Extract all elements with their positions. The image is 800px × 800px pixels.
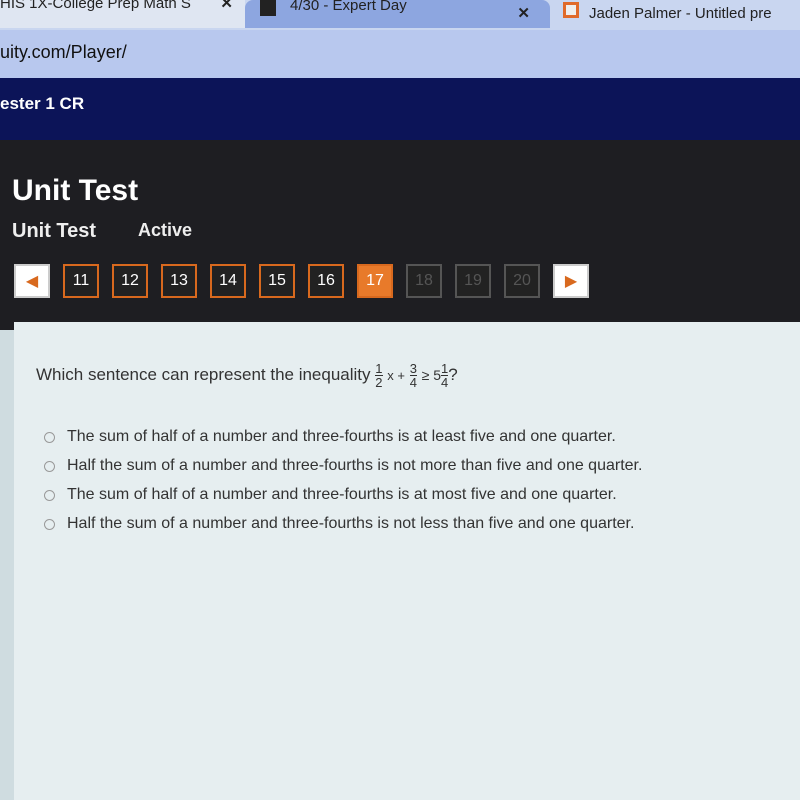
radio-button[interactable] (44, 518, 55, 530)
tab-math[interactable]: HIS 1X-College Prep Math S ✕ (0, 0, 245, 28)
course-bar: ester 1 CR (0, 78, 800, 140)
option-3[interactable]: The sum of half of a number and three-fo… (44, 486, 784, 504)
answer-options: The sum of half of a number and three-fo… (44, 428, 784, 544)
subtitle: Unit Test (12, 220, 97, 242)
fraction: 12 (375, 361, 383, 390)
next-button[interactable]: ▶ (553, 264, 589, 298)
close-icon[interactable]: ✕ (517, 6, 530, 22)
page-17[interactable]: 17 (357, 264, 393, 298)
page-12[interactable]: 12 (112, 264, 148, 298)
option-2[interactable]: Half the sum of a number and three-fourt… (44, 457, 784, 475)
question-panel: Which sentence can represent the inequal… (14, 322, 800, 800)
page-13[interactable]: 13 (161, 264, 197, 298)
page-18: 18 (406, 264, 442, 298)
page-19: 19 (455, 264, 491, 298)
page-15[interactable]: 15 (259, 264, 295, 298)
page-11[interactable]: 11 (63, 264, 99, 298)
test-header: Unit Test Unit Test Active ◀ 11 12 13 14… (0, 140, 800, 330)
fraction: 34 (409, 361, 417, 390)
status-badge: Active (138, 220, 193, 240)
option-4[interactable]: Half the sum of a number and three-fourt… (44, 515, 784, 533)
page-14[interactable]: 14 (210, 264, 246, 298)
prev-button[interactable]: ◀ (14, 264, 50, 298)
question-text: Which sentence can represent the inequal… (36, 361, 458, 390)
classroom-icon (260, 0, 276, 16)
radio-button[interactable] (44, 460, 55, 472)
slides-icon (563, 2, 579, 18)
browser-tabs: HIS 1X-College Prep Math S ✕ 4/30 - Exper… (0, 0, 800, 30)
page-title: Unit Test (12, 174, 139, 207)
address-bar[interactable]: uity.com/Player/ (0, 30, 800, 78)
close-icon[interactable]: ✕ (220, 0, 233, 12)
tab-jaden[interactable]: Jaden Palmer - Untitled pre (555, 0, 800, 28)
radio-button[interactable] (44, 431, 55, 443)
question-nav: ◀ 11 12 13 14 15 16 17 18 19 20 ▶ (14, 264, 589, 298)
option-1[interactable]: The sum of half of a number and three-fo… (44, 428, 784, 446)
tab-expert-day[interactable]: 4/30 - Expert Day ✕ (245, 0, 550, 28)
page-16[interactable]: 16 (308, 264, 344, 298)
page-20: 20 (504, 264, 540, 298)
radio-button[interactable] (44, 489, 55, 501)
